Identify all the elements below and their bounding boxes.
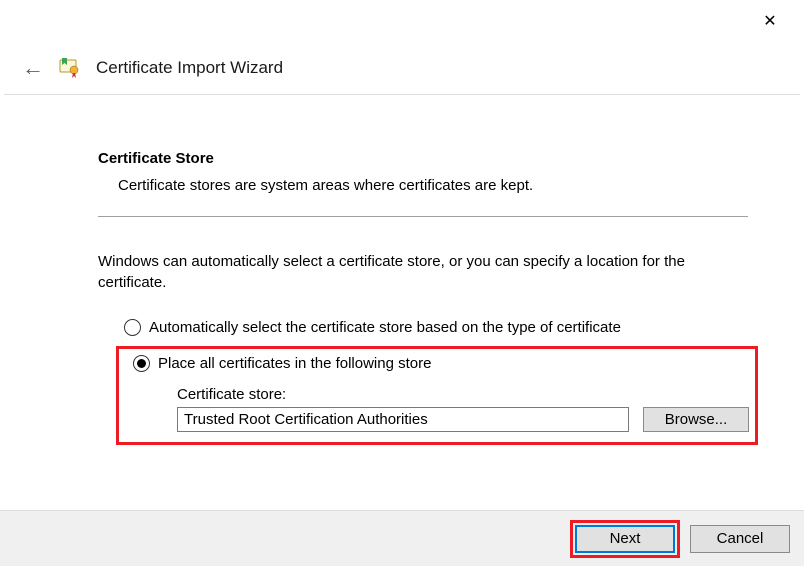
body-intro-text: Windows can automatically select a certi… [98, 251, 748, 293]
wizard-header: ← Certificate Import Wizard [22, 56, 283, 80]
section-title: Certificate Store [98, 150, 748, 167]
next-button[interactable]: Next [575, 525, 675, 553]
radio-icon [124, 319, 141, 336]
cancel-button[interactable]: Cancel [690, 525, 790, 553]
section-description: Certificate stores are system areas wher… [118, 177, 748, 194]
certificate-wizard-icon [58, 56, 82, 80]
certificate-store-group: Certificate store: Browse... [177, 386, 749, 432]
radio-auto-label: Automatically select the certificate sto… [149, 320, 621, 335]
close-button[interactable]: ✕ [750, 6, 790, 36]
wizard-window: ✕ ← Certificate Import Wizard Certificat… [0, 0, 804, 566]
radio-icon [133, 355, 150, 372]
browse-button[interactable]: Browse... [643, 407, 749, 432]
annotation-highlight-box: Place all certificates in the following … [116, 346, 758, 445]
wizard-title: Certificate Import Wizard [96, 58, 283, 78]
radio-auto-select[interactable]: Automatically select the certificate sto… [124, 319, 748, 336]
radio-selected-dot-icon [137, 359, 146, 368]
radio-manual-label: Place all certificates in the following … [158, 356, 431, 371]
certificate-store-row: Browse... [177, 407, 749, 432]
certificate-store-input[interactable] [177, 407, 629, 432]
annotation-highlight-next: Next [570, 520, 680, 558]
certificate-store-label: Certificate store: [177, 386, 749, 403]
back-arrow-icon[interactable]: ← [22, 57, 44, 79]
header-divider [4, 94, 800, 95]
section-divider [98, 216, 748, 217]
close-icon: ✕ [763, 11, 776, 31]
wizard-footer: Next Cancel [0, 510, 804, 566]
wizard-content: Certificate Store Certificate stores are… [98, 150, 748, 445]
radio-manual-select[interactable]: Place all certificates in the following … [133, 355, 749, 372]
